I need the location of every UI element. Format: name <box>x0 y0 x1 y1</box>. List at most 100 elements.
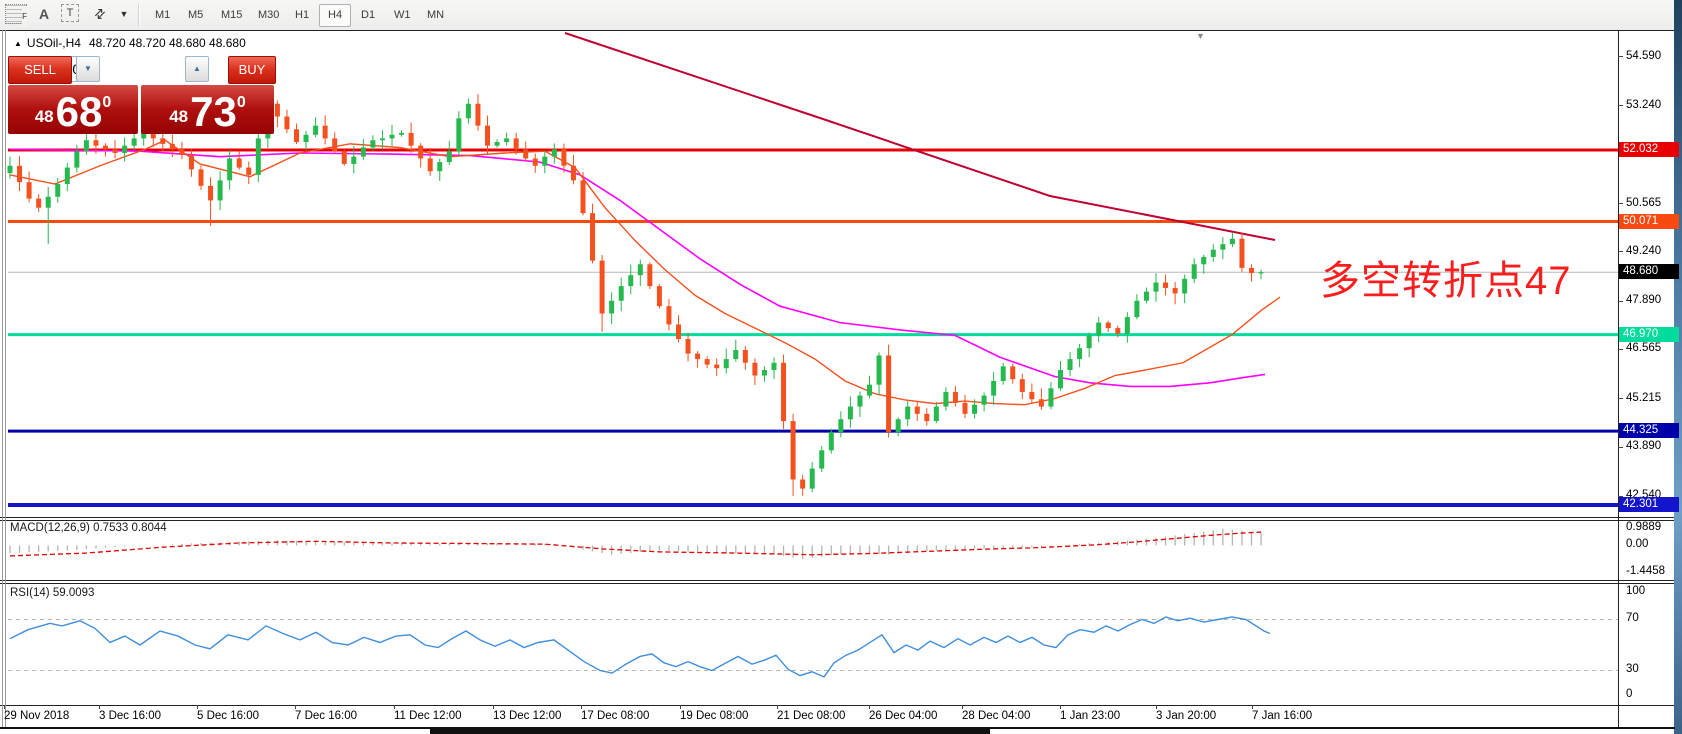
indicator-grid-icon[interactable]: F <box>5 4 27 24</box>
time-axis-label: 3 Jan 20:00 <box>1156 710 1216 722</box>
rsi-scale-label: 100 <box>1626 585 1645 597</box>
buy-price-box[interactable]: 48 73 0 <box>141 85 274 134</box>
time-tick-mark <box>777 705 778 709</box>
volume-increase-button[interactable]: ▲ <box>185 56 209 82</box>
time-axis-label: 3 Dec 16:00 <box>99 710 161 722</box>
macd-bottom-border <box>0 580 1675 581</box>
chart-annotation-text: 多空转折点47 <box>1320 248 1572 306</box>
rsi-scale-label: 70 <box>1626 612 1639 624</box>
time-axis-label: 7 Dec 16:00 <box>295 710 357 722</box>
symbol-name: USOil-,H4 <box>27 36 81 50</box>
window-left-edge <box>2 30 3 728</box>
arrows-tool-icon[interactable]: ⇄ <box>86 0 114 28</box>
price-level-badge: 52.032 <box>1619 142 1679 157</box>
time-axis-label: 11 Dec 12:00 <box>394 710 462 722</box>
ma-slow-line <box>10 149 1265 386</box>
mt4-window: F A T ⇄ ▼ M1M5M15M30H1H4D1W1MN ▲ USOil-,H… <box>0 0 1682 734</box>
timeframe-button-m1[interactable]: M1 <box>146 4 179 27</box>
price-level-badge: 48.680 <box>1619 264 1679 279</box>
sell-price-big: 68 <box>56 92 103 132</box>
time-tick-mark <box>962 705 963 709</box>
price-tick-mark <box>1618 349 1623 350</box>
chart-top-border <box>0 30 1675 31</box>
price-tick-mark <box>1618 447 1623 448</box>
timeframe-button-d1[interactable]: D1 <box>352 4 384 27</box>
price-level-badge: 42.301 <box>1619 497 1679 512</box>
rsi-scale-label: 30 <box>1626 663 1639 675</box>
ma-fast-line <box>10 140 1280 404</box>
time-tick-mark <box>1060 705 1061 709</box>
timeframe-button-m5[interactable]: M5 <box>179 4 212 27</box>
rsi-top-border <box>0 583 1675 584</box>
time-tick-mark <box>1252 705 1253 709</box>
price-tick-label: 45.215 <box>1626 392 1661 404</box>
volume-decrease-button[interactable]: ▼ <box>76 56 100 82</box>
price-level-badge: 46.970 <box>1619 327 1679 342</box>
price-level-badge: 50.071 <box>1619 214 1679 229</box>
price-tick-mark <box>1618 56 1623 57</box>
buy-price-big: 73 <box>190 92 237 132</box>
dropdown-caret-icon[interactable]: ▼ <box>118 4 130 24</box>
time-axis-label: 1 Jan 23:00 <box>1060 710 1120 722</box>
price-tick-mark <box>1618 203 1623 204</box>
timeframe-button-h4[interactable]: H4 <box>319 4 351 27</box>
time-tick-mark <box>581 705 582 709</box>
macd-scale-label: 0.9889 <box>1626 521 1661 533</box>
descending-trendline <box>565 33 1275 240</box>
time-tick-mark <box>295 705 296 709</box>
buy-price-sup: 0 <box>237 94 246 112</box>
chart-bottom-border <box>0 517 1675 518</box>
text-a-icon[interactable]: A <box>36 4 52 24</box>
scroll-shift-marker-icon[interactable]: ▼ <box>1196 31 1205 41</box>
price-tick-label: 43.890 <box>1626 440 1661 452</box>
time-tick-mark <box>680 705 681 709</box>
time-tick-mark <box>197 705 198 709</box>
time-tick-mark <box>493 705 494 709</box>
macd-label: MACD(12,26,9) 0.7533 0.8044 <box>10 522 167 534</box>
macd-signal-line <box>10 532 1261 556</box>
timeframe-button-mn[interactable]: MN <box>418 4 453 27</box>
time-axis-label: 19 Dec 08:00 <box>680 710 748 722</box>
price-level-badge: 44.325 <box>1619 423 1679 438</box>
time-axis-border <box>0 705 1675 706</box>
time-axis-label: 13 Dec 12:00 <box>493 710 561 722</box>
ohlc-values: 48.720 48.720 48.680 48.680 <box>89 36 246 50</box>
macd-top-border <box>0 520 1675 521</box>
time-axis-label: 26 Dec 04:00 <box>869 710 937 722</box>
macd-scale-label: 0.00 <box>1626 538 1648 550</box>
price-axis-border <box>1618 30 1619 728</box>
price-tick-mark <box>1618 105 1623 106</box>
time-tick-mark <box>869 705 870 709</box>
macd-signal-value: 0.8044 <box>131 522 166 534</box>
text-label-icon[interactable]: T <box>61 4 79 22</box>
timeframe-button-w1[interactable]: W1 <box>385 4 420 27</box>
sell-price-box[interactable]: 48 68 0 <box>8 85 138 134</box>
price-tick-label: 54.590 <box>1626 50 1661 62</box>
time-tick-mark <box>99 705 100 709</box>
macd-value: 0.7533 <box>93 522 128 534</box>
price-tick-label: 47.890 <box>1626 294 1661 306</box>
buy-price-small: 48 <box>169 107 188 127</box>
time-axis-label: 28 Dec 04:00 <box>962 710 1030 722</box>
one-click-trading-panel: SELL ▼ 1.00 ▲ BUY 48 68 0 48 73 0 <box>8 56 274 132</box>
sell-price-small: 48 <box>35 107 54 127</box>
price-tick-label: 46.565 <box>1626 342 1661 354</box>
time-axis-label: 7 Jan 16:00 <box>1252 710 1312 722</box>
price-tick-mark <box>1618 251 1623 252</box>
bottom-scrollbar[interactable] <box>430 727 990 734</box>
price-tick-label: 49.240 <box>1626 245 1661 257</box>
timeframe-button-m30[interactable]: M30 <box>249 4 288 27</box>
buy-button[interactable]: BUY <box>228 56 276 84</box>
time-axis-label: 17 Dec 08:00 <box>581 710 649 722</box>
time-tick-mark <box>394 705 395 709</box>
sell-price-sup: 0 <box>102 94 111 112</box>
price-tick-label: 50.565 <box>1626 197 1661 209</box>
time-axis-label: 29 Nov 2018 <box>4 710 69 722</box>
timeframe-button-m15[interactable]: M15 <box>212 4 251 27</box>
price-tick-mark <box>1618 398 1623 399</box>
collapse-arrow-icon[interactable]: ▲ <box>14 39 22 48</box>
timeframe-button-h1[interactable]: H1 <box>286 4 318 27</box>
sell-button[interactable]: SELL <box>8 56 72 84</box>
macd-scale-label: -1.4458 <box>1626 565 1665 577</box>
rsi-label: RSI(14) 59.0093 <box>10 587 94 599</box>
